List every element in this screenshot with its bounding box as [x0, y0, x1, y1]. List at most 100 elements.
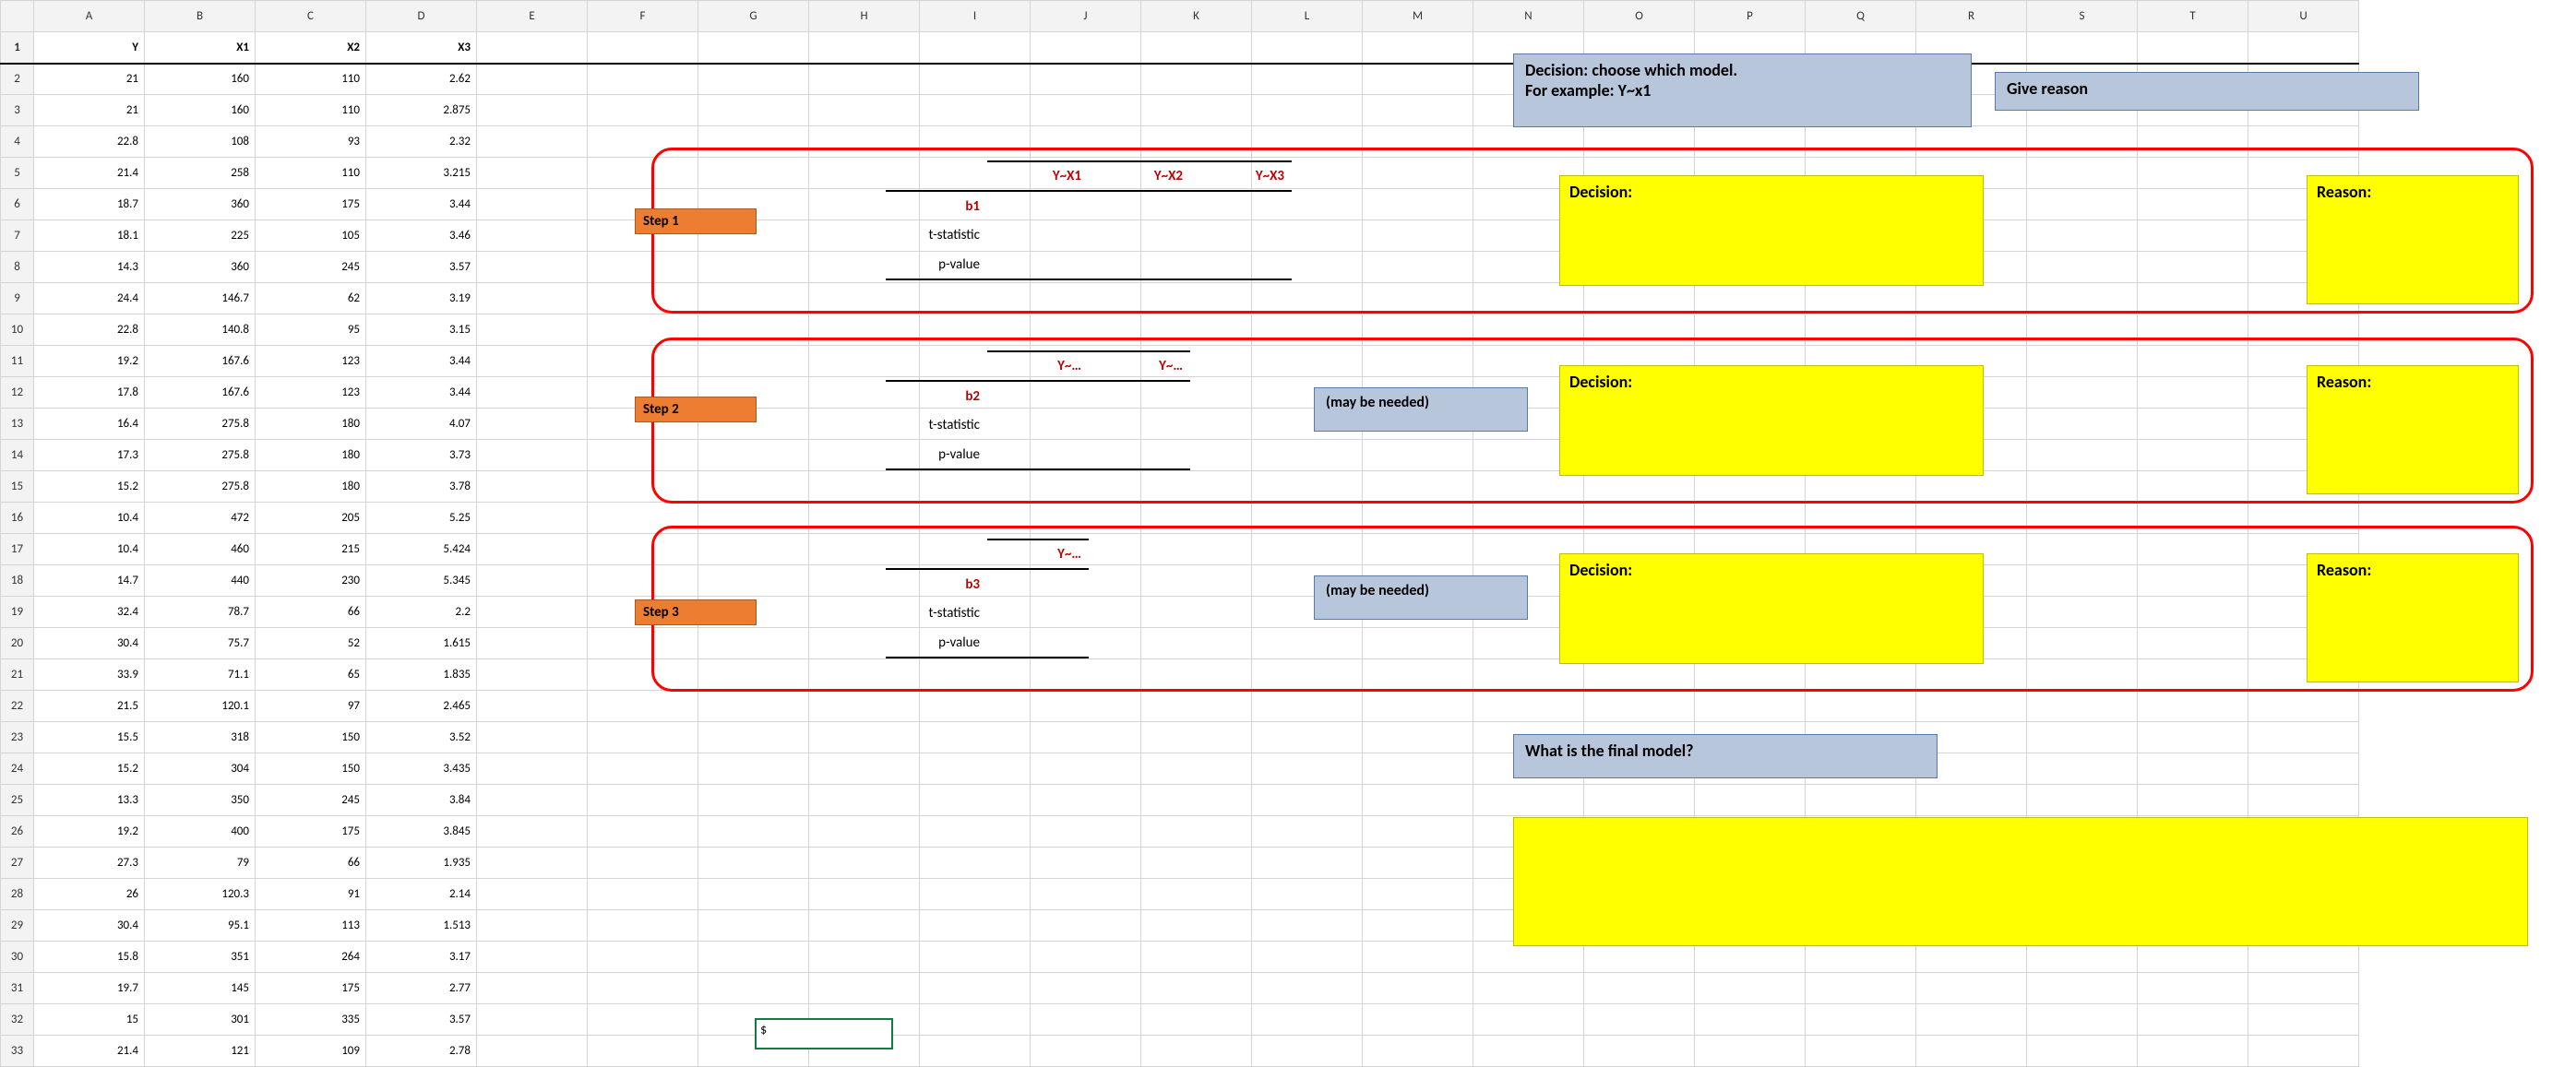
cell[interactable]	[1031, 816, 1141, 848]
cell[interactable]: 123	[256, 377, 366, 409]
cell[interactable]: 180	[256, 440, 366, 471]
cell[interactable]: Y	[34, 32, 145, 64]
cell[interactable]: 167.6	[145, 377, 256, 409]
cell[interactable]	[2248, 691, 2359, 722]
cell[interactable]	[1916, 973, 2027, 1004]
cell[interactable]	[477, 879, 588, 910]
cell[interactable]	[2027, 565, 2138, 597]
cell[interactable]	[1806, 503, 1916, 534]
cell[interactable]: 175	[256, 189, 366, 220]
step1-reason-box[interactable]: Reason:	[2307, 175, 2519, 304]
cell[interactable]	[588, 785, 698, 816]
row-header[interactable]: 1	[1, 32, 34, 64]
cell[interactable]	[477, 189, 588, 220]
cell[interactable]	[588, 910, 698, 942]
cell[interactable]	[809, 64, 920, 95]
cell[interactable]	[1252, 534, 1363, 565]
cell[interactable]: 3.845	[366, 816, 477, 848]
cell[interactable]	[1031, 691, 1141, 722]
col-header[interactable]: K	[1141, 1, 1252, 32]
cell[interactable]	[2248, 1004, 2359, 1036]
cell[interactable]	[2138, 126, 2248, 158]
cell[interactable]	[1916, 785, 2027, 816]
cell[interactable]	[588, 32, 698, 64]
row-header[interactable]: 32	[1, 1004, 34, 1036]
cell[interactable]: 1.935	[366, 848, 477, 879]
cell[interactable]	[698, 848, 809, 879]
cell[interactable]	[1363, 32, 1473, 64]
cell[interactable]	[1473, 283, 1584, 314]
row-header[interactable]: 8	[1, 252, 34, 283]
cell[interactable]: 2.62	[366, 64, 477, 95]
cell[interactable]: 160	[145, 95, 256, 126]
col-header[interactable]: L	[1252, 1, 1363, 32]
cell[interactable]: 15.2	[34, 753, 145, 785]
cell[interactable]: 78.7	[145, 597, 256, 628]
cell[interactable]	[1031, 1004, 1141, 1036]
cell[interactable]: 3.15	[366, 314, 477, 346]
cell[interactable]	[1031, 753, 1141, 785]
cell[interactable]	[1916, 691, 2027, 722]
cell[interactable]	[1141, 314, 1252, 346]
cell[interactable]: 215	[256, 534, 366, 565]
cell[interactable]	[1363, 910, 1473, 942]
cell[interactable]	[1806, 691, 1916, 722]
cell[interactable]: 3.84	[366, 785, 477, 816]
col-header[interactable]: U	[2248, 1, 2359, 32]
cell[interactable]	[1252, 722, 1363, 753]
cell[interactable]: 3.46	[366, 220, 477, 252]
cell[interactable]	[2027, 753, 2138, 785]
cell[interactable]	[2027, 659, 2138, 691]
cell[interactable]	[477, 503, 588, 534]
cell[interactable]	[1584, 314, 1695, 346]
cell[interactable]	[1363, 346, 1473, 377]
cell[interactable]	[1473, 1004, 1584, 1036]
cell[interactable]	[698, 471, 809, 503]
cell[interactable]	[698, 879, 809, 910]
cell[interactable]	[1089, 410, 1190, 440]
cell[interactable]: 15.8	[34, 942, 145, 973]
col-header[interactable]: Q	[1806, 1, 1916, 32]
cell[interactable]	[1252, 32, 1363, 64]
cell[interactable]	[1141, 848, 1252, 879]
cell[interactable]	[1031, 95, 1141, 126]
cell[interactable]	[1363, 314, 1473, 346]
cell[interactable]: 3.78	[366, 471, 477, 503]
row[interactable]: 2030.475.7521.615	[1, 628, 2359, 659]
row[interactable]: 1610.44722055.25	[1, 503, 2359, 534]
row[interactable]: 1YX1X2X3	[1, 32, 2359, 64]
cell[interactable]: 460	[145, 534, 256, 565]
cell[interactable]	[1252, 471, 1363, 503]
cell[interactable]	[987, 250, 1089, 279]
cell[interactable]	[987, 628, 1089, 658]
row-header[interactable]: 27	[1, 848, 34, 879]
cell[interactable]: 275.8	[145, 471, 256, 503]
cell[interactable]	[1089, 220, 1190, 250]
active-cell-G33[interactable]: $	[755, 1018, 893, 1049]
cell[interactable]: 5.25	[366, 503, 477, 534]
cell[interactable]	[1252, 848, 1363, 879]
col-header[interactable]: N	[1473, 1, 1584, 32]
cell[interactable]: 2.875	[366, 95, 477, 126]
cell[interactable]	[1363, 722, 1473, 753]
cell[interactable]	[987, 191, 1089, 220]
cell[interactable]: 5.345	[366, 565, 477, 597]
cell[interactable]: 21	[34, 64, 145, 95]
cell[interactable]	[1363, 471, 1473, 503]
cell[interactable]	[588, 158, 698, 189]
cell[interactable]	[1695, 503, 1806, 534]
cell[interactable]	[2027, 377, 2138, 409]
cell[interactable]	[1252, 910, 1363, 942]
cell[interactable]: 245	[256, 252, 366, 283]
cell[interactable]: 32.4	[34, 597, 145, 628]
cell[interactable]	[477, 32, 588, 64]
row-header[interactable]: 17	[1, 534, 34, 565]
col-header[interactable]: B	[145, 1, 256, 32]
cell[interactable]	[1695, 314, 1806, 346]
cell[interactable]	[2138, 1004, 2248, 1036]
cell[interactable]	[1252, 942, 1363, 973]
cell[interactable]	[920, 659, 1031, 691]
cell[interactable]	[588, 346, 698, 377]
cell[interactable]	[1473, 503, 1584, 534]
cell[interactable]	[1584, 503, 1695, 534]
